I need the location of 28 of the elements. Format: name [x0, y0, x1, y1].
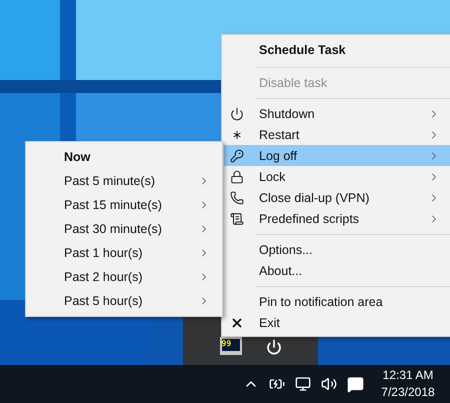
- menu-item[interactable]: Past 5 hour(s): [28, 289, 220, 313]
- close-icon: [230, 316, 244, 330]
- lock-icon: [230, 170, 244, 184]
- menu-item[interactable]: Log off: [224, 145, 450, 166]
- menu-item[interactable]: Predefined scripts: [224, 208, 450, 229]
- menu-item[interactable]: Exit: [224, 312, 450, 333]
- clock-time: 12:31 AM: [382, 367, 434, 384]
- power-icon[interactable]: [266, 339, 282, 355]
- menu-item[interactable]: Now: [28, 145, 220, 169]
- menu-item[interactable]: Past 1 hour(s): [28, 241, 220, 265]
- clock-date: 7/23/2018: [381, 384, 435, 401]
- power-icon: [230, 106, 244, 120]
- menu-item[interactable]: Past 2 hour(s): [28, 265, 220, 289]
- menu-item[interactable]: About...: [224, 260, 450, 281]
- menu-item[interactable]: Close dial-up (VPN): [224, 187, 450, 208]
- menu-item[interactable]: Past 15 minute(s): [28, 193, 220, 217]
- menu-item[interactable]: Options...: [224, 239, 450, 260]
- scroll-icon: [230, 212, 244, 226]
- menu-item[interactable]: Past 30 minute(s): [28, 217, 220, 241]
- menu-item[interactable]: Schedule Task: [224, 38, 450, 62]
- menu-item[interactable]: Restart: [224, 124, 450, 145]
- menu-item[interactable]: Shutdown: [224, 103, 450, 124]
- menu-item[interactable]: Lock: [224, 166, 450, 187]
- phone-icon: [230, 190, 244, 204]
- app-tray-icon[interactable]: 99: [220, 337, 242, 355]
- menu-item[interactable]: Past 5 minute(s): [28, 169, 220, 193]
- key-icon: [230, 148, 244, 162]
- menu-item[interactable]: Pin to notification area: [224, 291, 450, 312]
